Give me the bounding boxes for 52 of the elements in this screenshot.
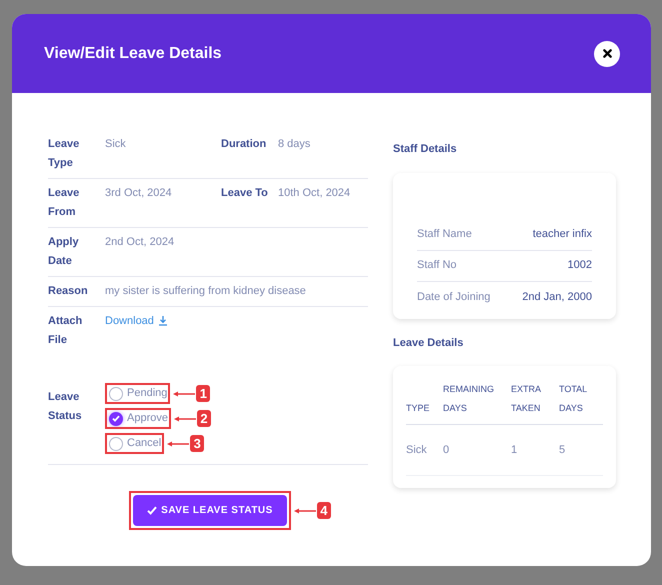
field-value: 8 days	[278, 137, 310, 152]
column-header: EXTRA TAKEN	[511, 383, 542, 415]
table-cell-text: Sick	[406, 442, 428, 458]
callout-arrow	[174, 416, 196, 422]
detail-label: Date of Joining	[417, 290, 490, 305]
callout-arrow	[294, 508, 316, 514]
field-label: Leave To	[221, 186, 269, 201]
radio-button[interactable]	[109, 386, 123, 400]
field-value: 2nd Oct, 2024	[105, 235, 174, 250]
field-value: 3rd Oct, 2024	[105, 186, 172, 201]
field-label: Attach File	[48, 314, 84, 348]
detail-label: Staff Name	[417, 227, 472, 242]
detail-value: teacher infix	[532, 227, 592, 242]
table-cell-text: 1	[511, 442, 518, 458]
detail-value: 2nd Jan, 2000	[522, 290, 592, 305]
radio-option[interactable]: Cancel	[105, 433, 164, 454]
detail-value: 1002	[568, 258, 592, 274]
download-icon	[158, 315, 168, 326]
table-cell-text: 0	[443, 442, 450, 458]
callout-badge: 2	[196, 410, 211, 427]
radio-button[interactable]	[109, 436, 123, 450]
table-cell-text: 5	[559, 442, 566, 458]
download-link[interactable]: Download	[105, 312, 168, 331]
modal-title: View/Edit Leave Details	[44, 44, 222, 64]
radio-button[interactable]	[109, 412, 123, 426]
radio-option[interactable]: Pending	[105, 383, 170, 404]
callout-arrow	[167, 440, 190, 446]
radio-option[interactable]: Approve	[105, 408, 171, 429]
column-header: REMAINING DAYS	[443, 383, 496, 415]
save-button[interactable]: SAVE LEAVE STATUS	[133, 495, 287, 526]
section-title: Leave Details	[393, 336, 464, 350]
field-label: Leave From	[48, 186, 80, 220]
close-icon	[602, 49, 612, 58]
field-label: Leave Type	[48, 137, 80, 171]
section-title: Staff Details	[393, 142, 458, 157]
callout-badge: 1	[196, 385, 210, 402]
close-button[interactable]	[594, 40, 620, 66]
callout-badge: 3	[190, 435, 204, 452]
field-value: 10th Oct, 2024	[278, 186, 350, 201]
field-value: Sick	[105, 137, 126, 152]
detail-label: Staff No	[417, 258, 457, 274]
callout-badge: 4	[316, 502, 331, 519]
field-label: Reason	[48, 284, 89, 299]
column-header: TYPE	[406, 402, 431, 415]
field-label: Duration	[221, 137, 268, 152]
callout-arrow	[173, 390, 196, 396]
field-label: Leave Status	[48, 390, 83, 424]
field-value: my sister is suffering from kidney disease	[105, 284, 306, 299]
check-icon	[147, 506, 158, 515]
column-header: TOTAL DAYS	[559, 383, 588, 415]
check-icon	[112, 415, 120, 422]
field-label: Apply Date	[48, 235, 80, 269]
